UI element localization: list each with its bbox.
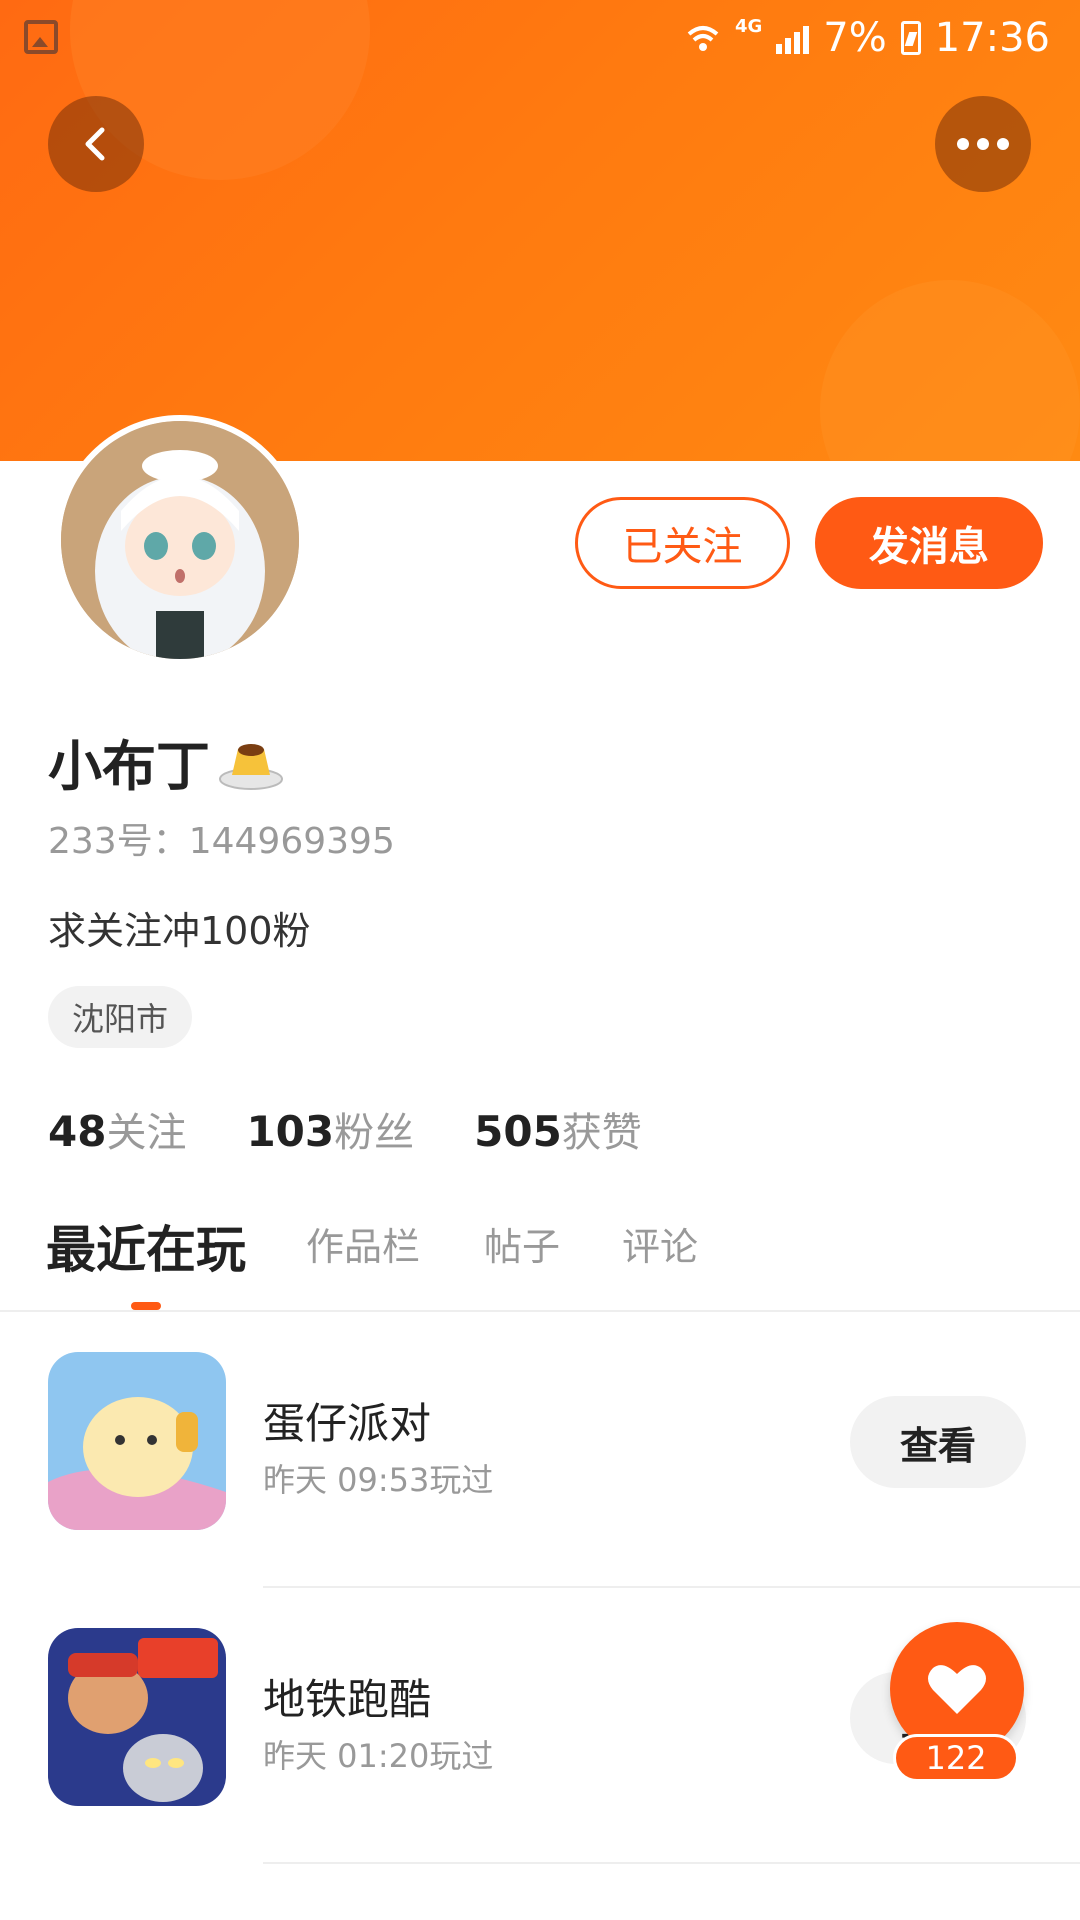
- location-tag[interactable]: 沈阳市: [48, 986, 193, 1048]
- gallery-icon: [24, 20, 58, 54]
- tab-posts[interactable]: 帖子: [484, 1216, 560, 1271]
- tab-works[interactable]: 作品栏: [306, 1216, 420, 1271]
- profile-tabs: 最近在玩 作品栏 帖子 评论: [0, 1206, 1080, 1312]
- wifi-icon: [685, 20, 721, 56]
- battery-charging-icon: [900, 21, 921, 55]
- stat-likes[interactable]: 505获赞: [474, 1100, 642, 1158]
- like-count: 122: [893, 1734, 1019, 1782]
- game-name: 蛋仔派对: [263, 1399, 432, 1448]
- heart-icon: [928, 1665, 986, 1714]
- avatar-illustration: [61, 421, 299, 659]
- game-last-played: 昨天 09:53玩过: [263, 1461, 494, 1499]
- chevron-left-icon: [85, 127, 105, 161]
- view-button[interactable]: 查看: [850, 1396, 1026, 1488]
- game-last-played: 昨天 01:20玩过: [263, 1737, 494, 1775]
- more-button[interactable]: [935, 96, 1031, 192]
- game-name: 地铁跑酷: [263, 1675, 432, 1724]
- divider: [263, 1862, 1080, 1864]
- stats-row: 48关注 103粉丝 505获赞: [48, 1100, 642, 1158]
- network-type: 4G: [734, 15, 763, 37]
- list-item[interactable]: 蛋仔派对 昨天 09:53玩过 查看: [0, 1312, 1080, 1588]
- stat-value: 505: [474, 1107, 562, 1156]
- battery-percent: 7%: [823, 15, 887, 61]
- game-icon: [48, 1352, 226, 1530]
- send-message-button[interactable]: 发消息: [815, 497, 1043, 589]
- tab-recently-played[interactable]: 最近在玩: [46, 1210, 246, 1282]
- more-horizontal-icon: [957, 138, 1009, 150]
- status-indicators: 4G 7% 17:36: [685, 10, 1050, 66]
- stat-value: 103: [246, 1107, 335, 1156]
- status-bar: 4G 7% 17:36: [0, 0, 1080, 76]
- back-button[interactable]: [48, 96, 144, 192]
- signal-icon: [776, 22, 810, 54]
- user-id: 233号：144969395: [48, 821, 395, 862]
- stat-value: 48: [48, 1107, 107, 1156]
- profile-name: 小布丁: [48, 722, 284, 801]
- stat-label: 粉丝: [334, 1110, 415, 1156]
- banner-decoration: [820, 280, 1080, 461]
- followed-button[interactable]: 已关注: [575, 497, 790, 589]
- avatar[interactable]: [55, 415, 305, 665]
- stat-label: 关注: [106, 1110, 187, 1156]
- pudding-icon: [218, 731, 284, 793]
- stat-followers[interactable]: 103粉丝: [246, 1100, 414, 1158]
- stat-following[interactable]: 48关注: [48, 1100, 186, 1158]
- game-icon: [48, 1628, 226, 1806]
- bio: 求关注冲100粉: [48, 909, 311, 953]
- stat-label: 获赞: [561, 1110, 642, 1156]
- profile-name-text: 小布丁: [48, 735, 210, 798]
- clock: 17:36: [934, 15, 1050, 61]
- tab-indicator: [131, 1302, 161, 1310]
- tab-comments[interactable]: 评论: [622, 1216, 698, 1271]
